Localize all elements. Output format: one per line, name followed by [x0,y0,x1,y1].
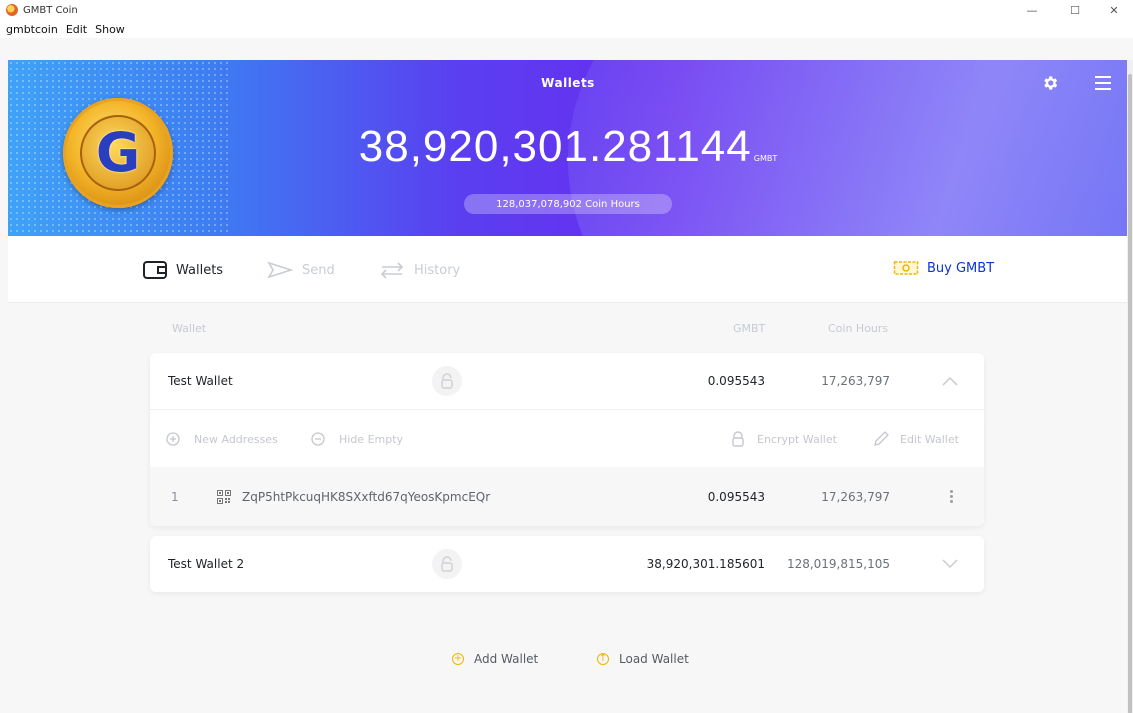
chevron-down-icon[interactable] [942,536,958,592]
wallet-card-collapsed: Test Wallet 2 38,920,301.185601 128,019,… [150,536,984,592]
page-title: Wallets [541,76,595,90]
address-index: 1 [171,489,179,504]
encrypt-wallet-button[interactable]: Encrypt Wallet [731,410,837,468]
wallet-gmbt: 38,920,301.185601 [646,557,765,571]
unlocked-icon [432,366,462,396]
new-addresses-label: New Addresses [194,432,278,446]
wallet-hours: 128,019,815,105 [786,557,890,571]
swap-arrows-icon [380,262,404,279]
wallet-hours: 17,263,797 [821,374,890,388]
address-value[interactable]: ZqP5htPkcuqHK8SXxftd67qYeosKpmcEQr [242,467,490,526]
address-hours: 17,263,797 [821,489,890,504]
wallet-card-expanded: Test Wallet 0.095543 17,263,797 New Addr… [150,353,984,526]
plus-circle-icon [166,432,180,446]
column-header-wallet: Wallet [172,322,207,335]
tab-send-label: Send [302,262,335,278]
tab-send[interactable]: Send [266,260,335,280]
app-icon [6,4,18,16]
load-wallet-label: Load Wallet [619,652,689,666]
menu-icon[interactable] [1095,76,1111,90]
hide-empty-button[interactable]: Hide Empty [311,410,403,468]
pencil-icon [874,431,889,446]
title-bar: GMBT Coin — ☐ ✕ [0,0,1133,20]
chevron-up-icon[interactable] [942,353,958,409]
buy-gmbt-button[interactable]: Buy GMBT [893,260,994,276]
menu-edit[interactable]: Edit [66,23,87,36]
load-wallet-button[interactable]: ↑ Load Wallet [597,652,689,666]
column-header-gmbt: GMBT [733,322,766,335]
add-circle-icon: + [452,653,464,665]
column-header-coin-hours: Coin Hours [828,322,889,335]
tab-history-label: History [414,262,461,278]
tab-wallets-label: Wallets [176,262,224,278]
maximize-button[interactable]: ☐ [1055,0,1095,20]
balance-unit: GMBT [753,154,778,163]
menu-show[interactable]: Show [95,23,125,36]
window-title: GMBT Coin [23,4,78,16]
tab-wallets[interactable]: Wallets [142,260,223,280]
tab-history[interactable]: History [378,260,460,280]
total-balance: 38,920,301.281144 GMBT [8,122,1128,172]
buy-gmbt-label: Buy GMBT [927,260,995,276]
lock-icon [732,431,744,447]
menu-gmbtcoin[interactable]: gmbtcoin [6,23,58,36]
wallet-gmbt: 0.095543 [707,374,765,388]
minus-circle-icon [311,432,325,446]
more-options-icon[interactable] [950,467,953,526]
wallet-actions-bar: New Addresses Hide Empty Encrypt Wallet … [150,409,984,467]
wallet-icon [143,261,167,279]
unlocked-icon [432,549,462,579]
close-button[interactable]: ✕ [1094,0,1133,20]
edit-wallet-label: Edit Wallet [900,432,959,446]
wallet-name: Test Wallet [168,374,233,388]
scrollbar[interactable] [1127,60,1133,713]
qr-code-icon[interactable] [217,467,231,526]
balance-amount: 38,920,301.281144 [358,122,752,171]
edit-wallet-button[interactable]: Edit Wallet [872,410,959,468]
main-nav: Wallets Send History Buy GMBT [8,236,1128,303]
wallet-header: G Wallets 38,920,301.281144 GMBT 128,037,… [8,60,1128,236]
upload-circle-icon: ↑ [597,653,609,665]
wallet-name: Test Wallet 2 [168,557,245,571]
cash-icon [893,261,919,275]
address-gmbt: 0.095543 [707,489,765,504]
send-icon [267,261,294,279]
add-wallet-label: Add Wallet [474,652,539,666]
wallet-row[interactable]: Test Wallet 2 38,920,301.185601 128,019,… [150,536,984,592]
new-addresses-button[interactable]: New Addresses [166,410,278,468]
add-wallet-button[interactable]: + Add Wallet [452,652,538,666]
menu-bar: gmbtcoin Edit Show [0,20,1133,38]
hide-empty-label: Hide Empty [339,432,404,446]
coin-hours-badge: 128,037,078,902 Coin Hours [464,194,672,214]
encrypt-wallet-label: Encrypt Wallet [757,432,837,446]
address-row[interactable]: 1 ZqP5htPkcuqHK8SXxftd67qYeosKpmcEQr 0.0… [150,467,984,526]
wallet-row[interactable]: Test Wallet 0.095543 17,263,797 [150,353,984,409]
gear-icon[interactable] [1041,74,1059,92]
minimize-button[interactable]: — [1012,0,1052,20]
